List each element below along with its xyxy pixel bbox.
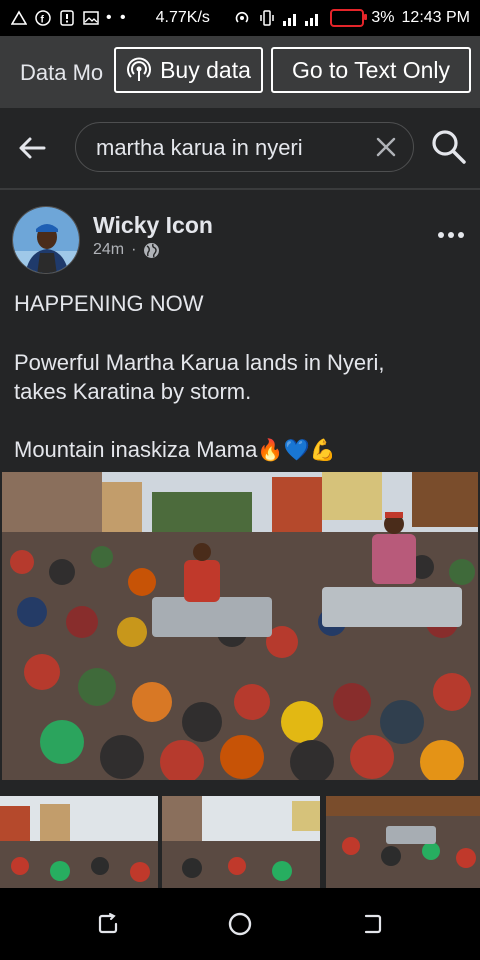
more-options-icon[interactable] <box>438 232 464 238</box>
post-line-1: HAPPENING NOW <box>14 291 204 316</box>
status-bar: f • • 4.77K/s 3% 12:43 PM <box>0 0 480 36</box>
text-only-button[interactable]: Go to Text Only <box>271 47 471 93</box>
search-icon[interactable] <box>430 128 468 166</box>
post-line-2a: Powerful Martha Karua lands in Nyeri, <box>14 350 385 375</box>
home-icon[interactable] <box>226 910 254 938</box>
clock: 12:43 PM <box>401 9 470 26</box>
back-arrow-icon[interactable] <box>16 132 48 164</box>
post-photo-main[interactable] <box>2 472 478 780</box>
data-mode-bar: Data Mo­ Buy data Go to Text Only <box>0 36 480 108</box>
system-nav-bar <box>0 888 480 960</box>
thumbnail-2[interactable] <box>162 796 320 888</box>
avatar[interactable] <box>12 206 80 274</box>
recent-apps-icon[interactable] <box>94 910 122 938</box>
warning-icon <box>10 9 28 27</box>
post-emojis: 🔥💙💪 <box>257 439 336 462</box>
meta-separator: · <box>131 241 137 258</box>
text-only-label: Go to Text Only <box>291 56 451 83</box>
hotspot-icon <box>233 9 251 27</box>
post-line-3-text: Mountain inaskiza Mama <box>14 437 258 462</box>
globe-icon <box>144 242 160 258</box>
thumbnail-3[interactable] <box>326 796 480 888</box>
post-header: Wicky Icon 24m · <box>0 196 480 284</box>
buy-data-label: Buy data <box>160 56 251 83</box>
broadcast-icon <box>126 57 152 83</box>
more-notifications-icon: • • <box>106 9 128 26</box>
battery-icon <box>330 9 368 27</box>
facebook-icon: f <box>34 9 52 27</box>
gallery-icon <box>82 9 100 27</box>
clear-icon[interactable] <box>375 136 397 158</box>
vibrate-icon <box>258 9 276 27</box>
battery-percent: 3% <box>371 9 395 26</box>
back-icon[interactable] <box>358 910 386 938</box>
post-line-2b: takes Karatina by storm. <box>14 379 252 404</box>
sim-alert-icon <box>58 9 76 27</box>
signal-icon <box>283 9 323 27</box>
post-time: 24m <box>93 241 125 258</box>
search-bar: martha karua in nyeri <box>0 108 480 190</box>
search-query: martha karua in nyeri <box>96 135 303 160</box>
svg-text:f: f <box>41 15 45 26</box>
data-mode-label: Data Mo­ <box>20 60 104 85</box>
author-name[interactable]: Wicky Icon <box>93 212 213 239</box>
post-meta: 24m · <box>93 241 160 259</box>
search-input[interactable]: martha karua in nyeri <box>75 122 414 172</box>
thumbnail-1[interactable] <box>0 796 158 888</box>
post-line-3: Mountain inaskiza Mama🔥💙💪 <box>14 436 464 465</box>
photo-thumbnails <box>0 796 480 888</box>
buy-data-button[interactable]: Buy data <box>114 47 263 93</box>
network-speed: 4.77K/s <box>155 9 210 26</box>
